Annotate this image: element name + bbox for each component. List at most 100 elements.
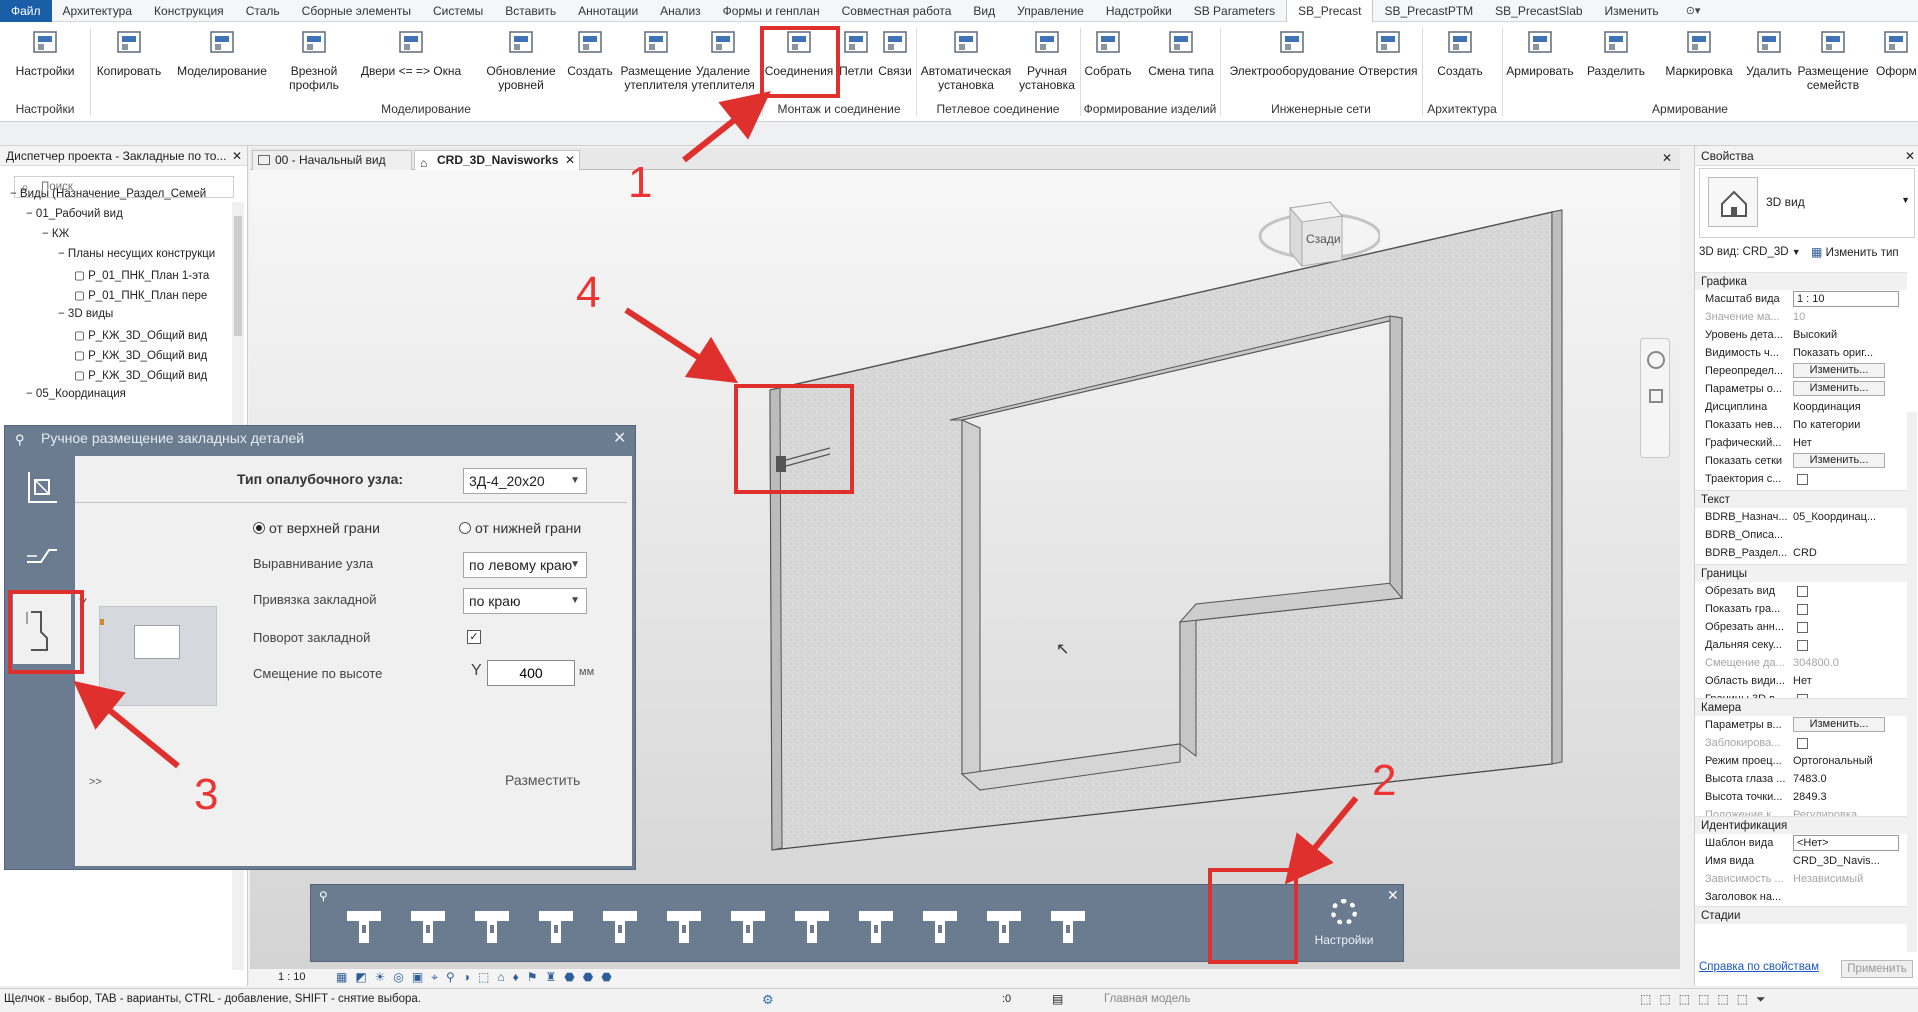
property-value[interactable]: Координация xyxy=(1793,398,1899,416)
edit-button[interactable]: Изменить... xyxy=(1793,381,1885,396)
menu-tab-12[interactable]: Управление xyxy=(1006,0,1095,22)
close-icon[interactable]: ✕ xyxy=(1387,887,1399,904)
cross-joint-icon[interactable] xyxy=(789,903,835,947)
design-options-icon[interactable]: ▤ xyxy=(1052,992,1063,1006)
edit-button[interactable]: Изменить... xyxy=(1793,453,1885,468)
collapse-icon[interactable]: − xyxy=(58,248,68,260)
property-section-text[interactable]: Текст xyxy=(1695,490,1907,508)
ribbon-button-13[interactable]: Ручная установка xyxy=(1018,26,1076,96)
tree-item[interactable]: − Планы несущих конструкци xyxy=(58,248,215,260)
t-joint-narrow-icon[interactable] xyxy=(533,903,579,947)
expand-button[interactable]: >> xyxy=(89,776,102,788)
tab-crd-3d-navisworks[interactable]: ⌂ CRD_3D_Navisworks ✕ xyxy=(414,150,580,170)
edit-button[interactable]: Изменить... xyxy=(1793,717,1885,732)
ribbon-button-3[interactable]: Врезной профиль xyxy=(282,26,346,96)
ribbon-button-7[interactable]: Размещение утеплителя xyxy=(618,26,694,96)
property-section-bounds[interactable]: Границы xyxy=(1695,564,1907,582)
ribbon-button-18[interactable]: Создать xyxy=(1432,26,1488,96)
t-joint-icon[interactable] xyxy=(341,903,387,947)
property-value[interactable]: 05_Координац... xyxy=(1793,508,1899,526)
ribbon-button-1[interactable]: Копировать xyxy=(92,26,166,96)
chevron-down-icon[interactable]: ▼ xyxy=(1901,195,1910,205)
property-value[interactable]: Независимый xyxy=(1793,870,1899,888)
menu-tab-6[interactable]: Вставить xyxy=(494,0,567,22)
close-icon[interactable]: ✕ xyxy=(613,428,626,448)
menu-tab-14[interactable]: SB Parameters xyxy=(1183,0,1286,22)
viewcube-face-label[interactable]: Сзади xyxy=(1306,232,1341,246)
property-checkbox[interactable] xyxy=(1797,604,1808,615)
tree-item[interactable]: ▢ Р_КЖ_3D_Общий вид xyxy=(74,348,207,362)
tree-item[interactable]: − 01_Рабочий вид xyxy=(26,208,123,220)
ribbon-button-11[interactable]: Связи xyxy=(876,26,914,96)
close-icon[interactable]: ✕ xyxy=(1905,146,1915,166)
property-value[interactable]: Ортогональный xyxy=(1793,752,1899,770)
navigation-bar[interactable] xyxy=(1640,338,1670,458)
radio-off-icon[interactable] xyxy=(459,522,471,534)
ribbon-button-4[interactable]: Двери <= => Окна xyxy=(352,26,470,96)
menu-tab-15[interactable]: SB_Precast xyxy=(1286,0,1374,22)
plane-placement-icon[interactable] xyxy=(1045,903,1091,947)
vertical-link-icon[interactable] xyxy=(661,903,707,947)
settings-button[interactable]: Настройки xyxy=(1309,899,1379,955)
collapse-icon[interactable]: − xyxy=(10,188,20,200)
ribbon-button-8[interactable]: Удаление утеплителя xyxy=(690,26,756,96)
property-section-phases[interactable]: Стадии xyxy=(1695,906,1907,924)
property-checkbox[interactable] xyxy=(1797,640,1808,651)
view-scale[interactable]: 1 : 10 xyxy=(278,971,306,983)
place-button[interactable]: Разместить xyxy=(505,772,580,788)
property-value[interactable]: 7483.0 xyxy=(1793,770,1899,788)
property-section-camera[interactable]: Камера xyxy=(1695,698,1907,716)
view-control-icons[interactable]: ▦◩☀◎▣⌖⚲◑⬚⌂♦⚑♜⬣⬣⬣ xyxy=(336,970,620,985)
property-section-identity[interactable]: Идентификация xyxy=(1695,816,1907,834)
anchor-select[interactable]: по краю ▼ xyxy=(463,588,587,614)
type-selector[interactable]: 3D вид ▼ xyxy=(1699,168,1915,238)
collapse-icon[interactable]: − xyxy=(42,228,52,240)
properties-scrollbar[interactable] xyxy=(1907,412,1917,952)
t-joint-down-icon[interactable] xyxy=(725,903,771,947)
viewcube[interactable]: Сзади xyxy=(1250,176,1382,296)
pin-icon[interactable]: ⚲ xyxy=(319,889,328,903)
ribbon-button-5[interactable]: Обновление уровней xyxy=(480,26,562,96)
ribbon-button-6[interactable]: Создать xyxy=(566,26,614,96)
ribbon-button-16[interactable]: Электрооборудование xyxy=(1228,26,1356,96)
ribbon-button-21[interactable]: Маркировка xyxy=(1662,26,1736,96)
property-value[interactable]: Высокий xyxy=(1793,326,1899,344)
edit-button[interactable]: Изменить... xyxy=(1793,363,1885,378)
property-value[interactable]: 304800.0 xyxy=(1793,654,1899,672)
menu-tab-13[interactable]: Надстройки xyxy=(1095,0,1183,22)
tree-item[interactable]: − Виды (Назначение_Раздел_Семей xyxy=(10,188,206,200)
property-value[interactable]: 2849.3 xyxy=(1793,788,1899,806)
menu-tab-11[interactable]: Вид xyxy=(962,0,1006,22)
property-value[interactable]: Показать ориг... xyxy=(1793,344,1899,362)
tree-item[interactable]: ▢ Р_КЖ_3D_Общий вид xyxy=(74,328,207,342)
tree-item[interactable]: ▢ Р_01_ПНК_План пере xyxy=(74,288,207,302)
close-icon[interactable]: ✕ xyxy=(565,151,575,170)
menu-tab-17[interactable]: SB_PrecastSlab xyxy=(1484,0,1593,22)
tree-item[interactable]: − 3D виды xyxy=(58,308,113,320)
ribbon-button-22[interactable]: Удалить xyxy=(1744,26,1794,96)
tab-start-view[interactable]: 00 - Начальный вид xyxy=(252,150,412,170)
menu-tab-16[interactable]: SB_PrecastPTM xyxy=(1373,0,1484,22)
formwork-type-select[interactable]: 3Д-4_20х20 ▼ xyxy=(463,468,587,494)
alignment-select[interactable]: по левому краю ▼ xyxy=(463,552,587,578)
ribbon-button-17[interactable]: Отверстия xyxy=(1356,26,1420,96)
vertical-joint-icon[interactable] xyxy=(597,903,643,947)
property-value[interactable]: <Нет> xyxy=(1793,835,1899,851)
ribbon-button-0[interactable]: Настройки xyxy=(10,26,80,96)
ribbon-button-23[interactable]: Размещение семейств xyxy=(1796,26,1870,96)
radio-from-bottom[interactable]: от нижней грани xyxy=(459,520,581,536)
ribbon-button-10[interactable]: Петли xyxy=(838,26,874,96)
collapse-icon[interactable]: − xyxy=(26,208,36,220)
view-selector-label[interactable]: 3D вид: CRD_3D xyxy=(1699,246,1789,258)
rotation-checkbox[interactable]: ✓ xyxy=(467,630,481,644)
corner-joint-icon[interactable] xyxy=(981,903,1027,947)
t-joint-wide-icon[interactable] xyxy=(469,903,515,947)
menu-tab-4[interactable]: Сборные элементы xyxy=(291,0,422,22)
menu-tab-18[interactable]: Изменить xyxy=(1594,0,1670,22)
steering-wheel-icon[interactable] xyxy=(1647,351,1665,369)
view-3d-icon[interactable]: ▢ xyxy=(74,370,88,382)
tree-item[interactable]: ▢ Р_01_ПНК_План 1-эта xyxy=(74,268,209,282)
cross-joint-double-icon[interactable] xyxy=(853,903,899,947)
view-3d-icon[interactable]: ▢ xyxy=(74,330,88,342)
ribbon-toggle-icon[interactable]: ⊙▾ xyxy=(1686,4,1701,17)
